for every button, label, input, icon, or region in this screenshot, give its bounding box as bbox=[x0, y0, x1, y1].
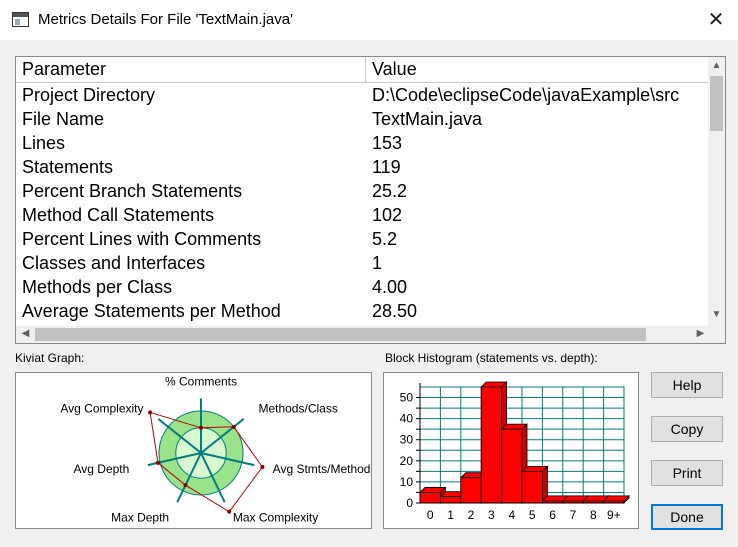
parameter-cell: Statements bbox=[22, 157, 114, 177]
parameter-cell: Percent Lines with Comments bbox=[22, 229, 262, 249]
print-button[interactable]: Print bbox=[651, 460, 723, 486]
kiviat-axis-label: Max Depth bbox=[111, 510, 169, 524]
vertical-scrollbar[interactable]: ▲ ▼ bbox=[708, 57, 725, 326]
kiviat-axis-label: Methods/Class bbox=[258, 401, 337, 415]
scroll-right-arrow-icon[interactable]: ▶ bbox=[692, 328, 709, 339]
parameter-cell: File Name bbox=[22, 109, 105, 129]
histogram-x-tick-label: 9+ bbox=[607, 508, 621, 522]
histogram-y-tick-label: 40 bbox=[400, 412, 414, 426]
kiviat-axis-label: % Comments bbox=[165, 375, 237, 389]
kiviat-point bbox=[231, 424, 236, 429]
kiviat-point bbox=[156, 460, 161, 465]
histogram-x-tick-label: 6 bbox=[549, 508, 556, 522]
kiviat-point bbox=[227, 509, 232, 514]
histogram-x-tick-label: 2 bbox=[468, 508, 475, 522]
scroll-left-arrow-icon[interactable]: ◀ bbox=[17, 328, 34, 339]
parameter-cell: Lines bbox=[22, 133, 66, 153]
column-divider[interactable] bbox=[365, 57, 366, 83]
table-row[interactable]: Method Call Statements 102 bbox=[16, 205, 710, 229]
parameter-cell: Methods per Class bbox=[22, 277, 173, 297]
kiviat-point bbox=[260, 465, 265, 470]
title-bar: Metrics Details For File 'TextMain.java'… bbox=[0, 0, 738, 40]
table-header: Parameter Value bbox=[16, 57, 710, 83]
horizontal-scrollbar[interactable]: ◀ ▶ bbox=[16, 326, 710, 343]
window-title: Metrics Details For File 'TextMain.java' bbox=[38, 11, 293, 28]
help-button[interactable]: Help bbox=[651, 372, 723, 398]
kiviat-axis-label: Avg Stmts/Method bbox=[273, 462, 371, 476]
parameter-cell: Classes and Interfaces bbox=[22, 253, 206, 273]
parameter-cell: Percent Branch Statements bbox=[22, 181, 243, 201]
copy-button[interactable]: Copy bbox=[651, 416, 723, 442]
histogram-y-tick-label: 50 bbox=[400, 391, 414, 405]
histogram-bar bbox=[521, 465, 549, 504]
kiviat-axis-label: Avg Depth bbox=[74, 462, 130, 476]
kiviat-axis-label: Max Complexity bbox=[233, 510, 318, 524]
histogram-x-tick-label: 8 bbox=[590, 508, 597, 522]
value-cell: D:\Code\eclipseCode\javaExample\src bbox=[372, 85, 680, 105]
table-row[interactable]: Lines 153 bbox=[16, 133, 710, 157]
value-cell: 1 bbox=[372, 253, 383, 273]
kiviat-graph-panel: % Comments Methods/Class Avg Stmts/Method M… bbox=[15, 372, 372, 529]
value-cell: TextMain.java bbox=[372, 109, 483, 129]
scroll-up-arrow-icon[interactable]: ▲ bbox=[708, 60, 725, 71]
done-button[interactable]: Done bbox=[651, 504, 723, 530]
scroll-down-arrow-icon[interactable]: ▼ bbox=[708, 309, 725, 320]
value-cell: 4.00 bbox=[372, 277, 408, 297]
table-row[interactable]: Classes and Interfaces 1 bbox=[16, 253, 710, 277]
metrics-table: Parameter Value Project Directory D:\Code… bbox=[15, 56, 726, 344]
close-button[interactable]: ✕ bbox=[694, 0, 738, 40]
kiviat-point bbox=[183, 483, 188, 488]
histogram-y-tick-label: 20 bbox=[400, 454, 414, 468]
value-cell: 25.2 bbox=[372, 181, 408, 201]
parameter-cell: Project Directory bbox=[22, 85, 156, 105]
histogram-y-tick-label: 10 bbox=[400, 475, 414, 489]
table-row[interactable]: Percent Lines with Comments 5.2 bbox=[16, 229, 710, 253]
table-row[interactable]: Average Statements per Method 28.50 bbox=[16, 301, 710, 325]
histogram-x-tick-label: 3 bbox=[488, 508, 495, 522]
column-header-parameter[interactable]: Parameter bbox=[22, 59, 106, 80]
vertical-scroll-thumb[interactable] bbox=[710, 76, 723, 131]
kiviat-graph-label: Kiviat Graph: bbox=[15, 351, 85, 365]
value-cell: 5.2 bbox=[372, 229, 398, 249]
kiviat-point bbox=[148, 410, 153, 415]
histogram-x-tick-label: 0 bbox=[427, 508, 434, 522]
block-histogram-chart: 01020304050 0 1 2 3 4 5 6 7 8 9+ bbox=[400, 381, 630, 522]
histogram-bar bbox=[602, 494, 630, 504]
table-row[interactable]: File Name TextMain.java bbox=[16, 109, 710, 133]
table-row[interactable]: Percent Branch Statements 25.2 bbox=[16, 181, 710, 205]
kiviat-point bbox=[199, 425, 203, 430]
value-cell: 153 bbox=[372, 133, 403, 153]
status-strip bbox=[0, 541, 738, 547]
table-row[interactable]: Statements 119 bbox=[16, 157, 710, 181]
value-cell: 102 bbox=[372, 205, 403, 225]
scrollbar-corner bbox=[708, 326, 725, 343]
block-histogram-panel: 0 10 20 30 40 50 0 1 2 3 4 5 6 7 8 9+ bbox=[383, 372, 639, 529]
table-row[interactable]: Project Directory D:\Code\eclipseCode\jav… bbox=[16, 85, 710, 109]
column-header-value[interactable]: Value bbox=[372, 59, 417, 80]
histogram-y-tick-label: 30 bbox=[400, 433, 414, 447]
histogram-x-tick-label: 4 bbox=[508, 508, 515, 522]
histogram-x-tick-label: 1 bbox=[447, 508, 454, 522]
kiviat-axis-label: Avg Complexity bbox=[60, 401, 143, 415]
horizontal-scroll-thumb[interactable] bbox=[35, 328, 646, 341]
kiviat-graph: % Comments Methods/Class Avg Stmts/Method M… bbox=[60, 375, 371, 525]
app-window-icon bbox=[12, 12, 29, 27]
table-row[interactable]: Methods per Class 4.00 bbox=[16, 277, 710, 301]
histogram-x-tick-label: 5 bbox=[529, 508, 536, 522]
histogram-x-tick-label: 7 bbox=[570, 508, 577, 522]
value-cell: 119 bbox=[372, 157, 401, 177]
value-cell: 28.50 bbox=[372, 301, 418, 321]
parameter-cell: Method Call Statements bbox=[22, 205, 215, 225]
block-histogram-label: Block Histogram (statements vs. depth): bbox=[385, 351, 598, 365]
parameter-cell: Average Statements per Method bbox=[22, 301, 281, 321]
histogram-y-tick-label: 0 bbox=[406, 496, 413, 510]
